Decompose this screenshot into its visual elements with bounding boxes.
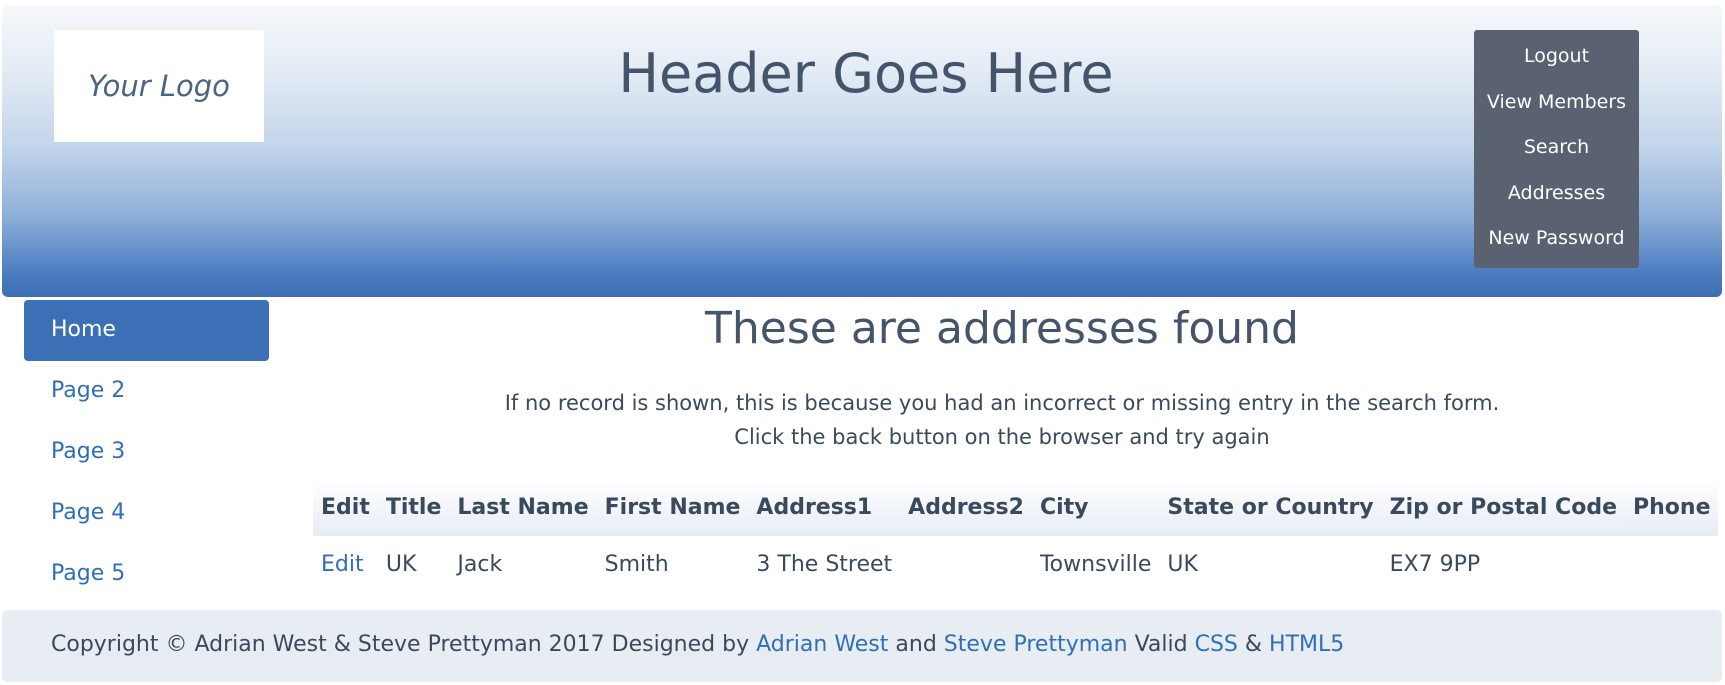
column-header-first-name: First Name — [604, 495, 741, 520]
column-header-city: City — [1039, 495, 1089, 520]
cell-edit: Edit — [313, 536, 378, 592]
column-header-edit: Edit — [321, 495, 370, 520]
sidebar-item-home[interactable]: Home — [24, 300, 269, 361]
column-header-phone: Phone — [1633, 495, 1711, 520]
edit-link[interactable]: Edit — [321, 552, 364, 577]
cell-last-name: Jack — [457, 551, 503, 577]
cell-first-name: Smith — [604, 551, 669, 577]
footer-link-css[interactable]: CSS — [1195, 632, 1238, 657]
addresses-table: Edit Title Last Name First Name Address1… — [313, 479, 1719, 592]
footer-link-steve-prettyman[interactable]: Steve Prettyman — [944, 632, 1128, 657]
column-header-address2: Address2 — [908, 495, 1024, 520]
cell-phone — [1625, 536, 1718, 592]
notice-line-2: Click the back button on the browser and… — [734, 425, 1270, 449]
cell-state: UK — [1167, 551, 1198, 577]
site-footer: Copyright © Adrian West & Steve Prettyma… — [2, 610, 1722, 682]
menu-view-members[interactable]: View Members — [1487, 86, 1626, 132]
column-header-last-name: Last Name — [457, 495, 589, 520]
column-header-title: Title — [385, 495, 442, 520]
sidebar-item-page-2[interactable]: Page 2 — [24, 361, 269, 422]
header-title: Header Goes Here — [618, 42, 1114, 105]
sidebar-item-page-5[interactable]: Page 5 — [24, 544, 269, 605]
search-notice: If no record is shown, this is because y… — [300, 386, 1704, 454]
notice-line-1: If no record is shown, this is because y… — [504, 391, 1500, 415]
footer-link-adrian-west[interactable]: Adrian West — [756, 632, 888, 657]
cell-city: Townsville — [1039, 551, 1152, 577]
page: Your Logo Header Goes Here Logout View M… — [0, 0, 1725, 685]
cell-address2 — [900, 536, 1032, 592]
column-header-zip: Zip or Postal Code — [1389, 495, 1617, 520]
user-menu: Logout View Members Search Addresses New… — [1474, 30, 1639, 268]
table-header-row: Edit Title Last Name First Name Address1… — [313, 479, 1719, 536]
column-header-address1: Address1 — [756, 495, 873, 520]
footer-and-text: and — [895, 632, 937, 657]
page-title: These are addresses found — [705, 303, 1299, 354]
column-header-state: State or Country — [1167, 495, 1374, 520]
copyright-text: Copyright © Adrian West & Steve Prettyma… — [51, 632, 750, 657]
menu-logout[interactable]: Logout — [1524, 40, 1589, 86]
cell-title: UK — [385, 551, 417, 577]
menu-search[interactable]: Search — [1524, 131, 1589, 177]
sidebar-item-page-3[interactable]: Page 3 — [24, 422, 269, 483]
cell-zip: EX7 9PP — [1389, 551, 1481, 577]
footer-amp-text: & — [1244, 632, 1263, 657]
menu-addresses[interactable]: Addresses — [1508, 177, 1605, 223]
sidebar-item-page-4[interactable]: Page 4 — [24, 483, 269, 544]
footer-valid-text: Valid — [1134, 632, 1188, 657]
table-row: Edit UK Jack Smith 3 The Street Townsvil… — [313, 536, 1718, 592]
cell-address1: 3 The Street — [756, 551, 893, 577]
footer-link-html5[interactable]: HTML5 — [1269, 632, 1344, 657]
site-header: Your Logo Header Goes Here Logout View M… — [2, 5, 1722, 297]
sidebar-nav: Home Page 2 Page 3 Page 4 Page 5 — [24, 300, 269, 605]
menu-new-password[interactable]: New Password — [1488, 222, 1624, 268]
